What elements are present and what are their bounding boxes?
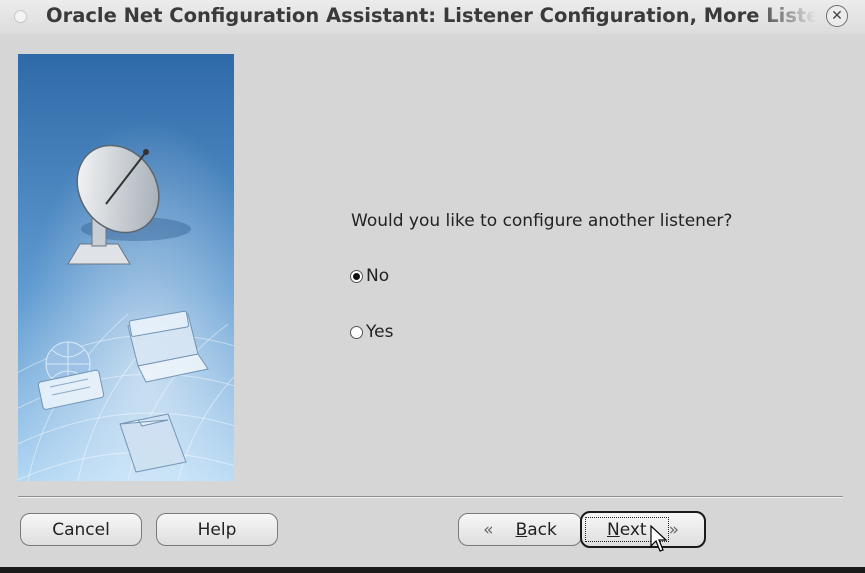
- radio-no-indicator[interactable]: [350, 269, 363, 283]
- radio-yes-label[interactable]: Yes: [366, 322, 393, 342]
- next-arrow-icon: »: [668, 519, 679, 540]
- help-button-label: Help: [197, 519, 237, 540]
- radio-yes-indicator[interactable]: [350, 325, 363, 339]
- next-button-label: Next: [606, 519, 647, 540]
- button-separator: [18, 496, 843, 498]
- cancel-button[interactable]: Cancel: [20, 513, 142, 546]
- next-button[interactable]: Next »: [580, 511, 706, 548]
- wizard-side-image: [18, 54, 234, 481]
- radio-no[interactable]: No: [350, 266, 389, 286]
- back-button-label: Back: [515, 519, 557, 540]
- dialog-window: Oracle Net Configuration Assistant: List…: [0, 0, 865, 567]
- title-bar: Oracle Net Configuration Assistant: List…: [0, 0, 865, 34]
- radio-no-label[interactable]: No: [366, 266, 389, 286]
- close-window-button[interactable]: ✕: [826, 5, 848, 27]
- window-menu-icon[interactable]: [14, 10, 27, 23]
- window-title: Oracle Net Configuration Assistant: List…: [46, 4, 816, 27]
- back-button[interactable]: « Back: [458, 513, 582, 546]
- radio-yes[interactable]: Yes: [350, 322, 393, 342]
- question-text: Would you like to configure another list…: [351, 211, 733, 231]
- back-arrow-icon: «: [483, 519, 494, 540]
- background-terminal-strip: [0, 567, 865, 573]
- cancel-button-label: Cancel: [52, 519, 110, 540]
- help-button[interactable]: Help: [156, 513, 278, 546]
